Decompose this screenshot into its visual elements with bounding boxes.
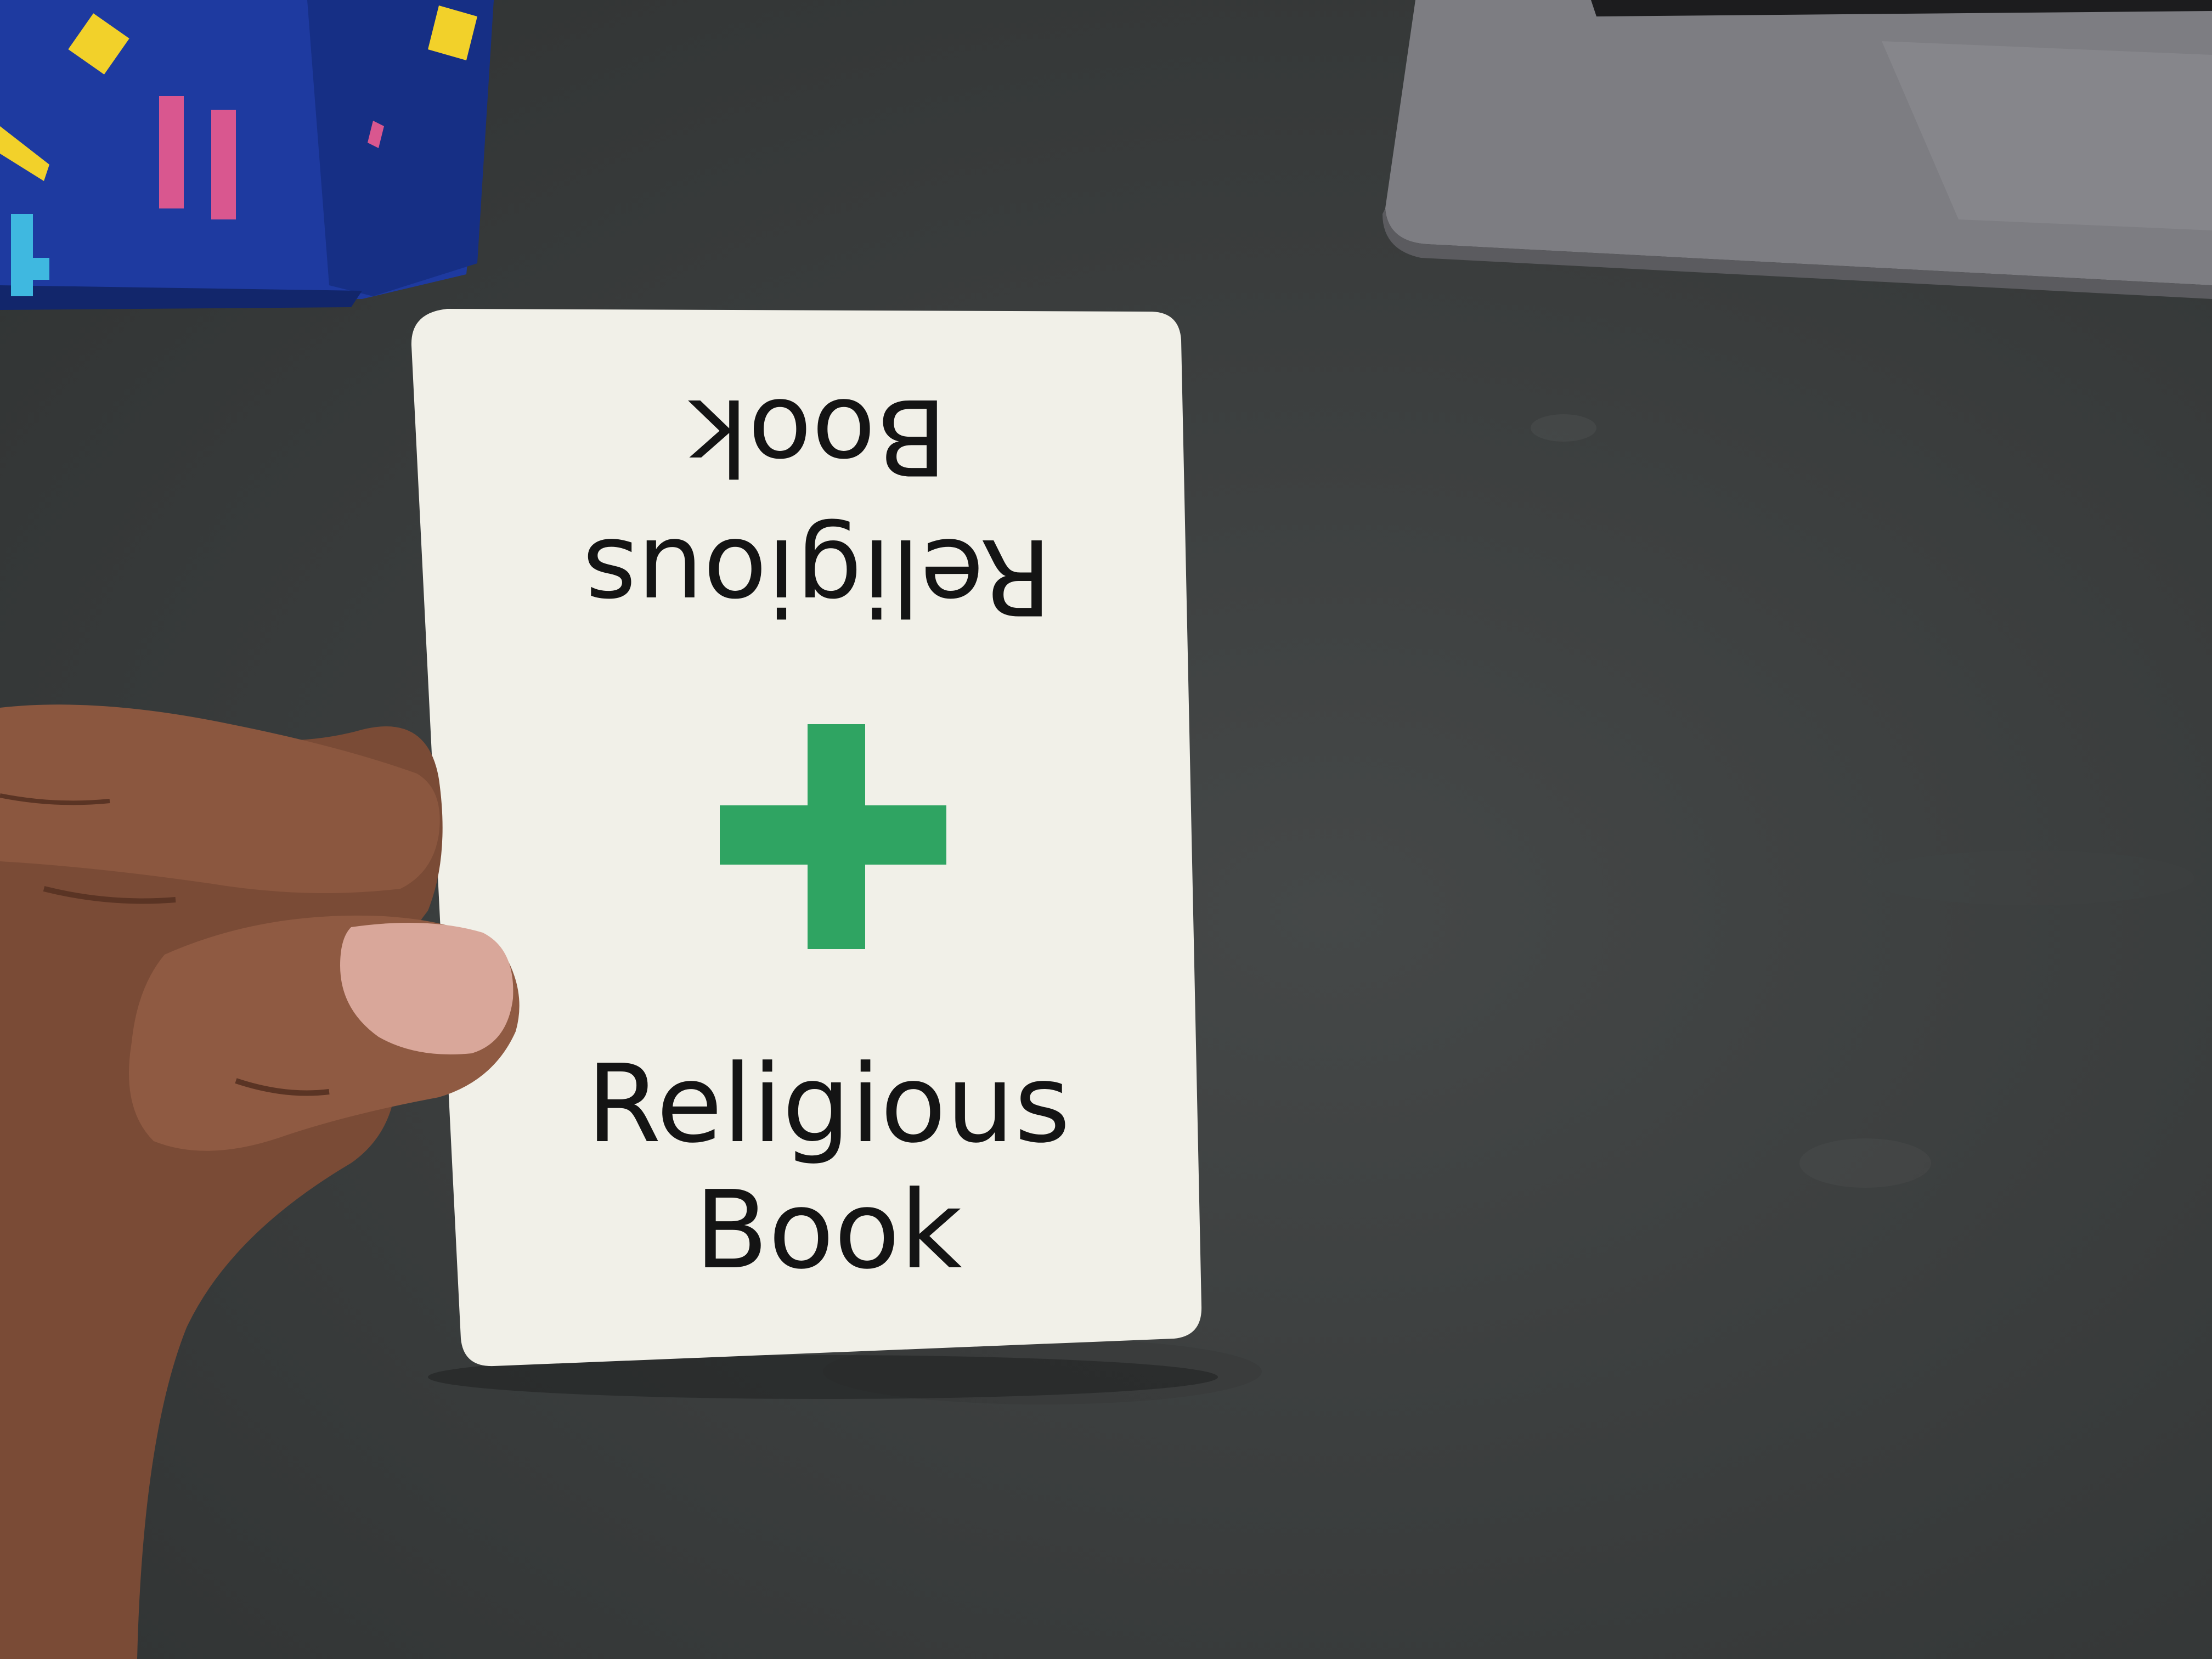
card-title-line2-inverted: Book <box>687 376 947 497</box>
scene-graphics <box>0 0 2212 1659</box>
hand <box>0 704 520 1659</box>
card-title-line1: Religious <box>586 1042 1070 1167</box>
photo-scene: Religious Book Religious Book <box>0 0 2212 1659</box>
card-title-line2: Book <box>695 1168 962 1293</box>
game-box <box>0 0 494 310</box>
card-title-line1-inverted: Religious <box>583 516 1052 637</box>
laptop <box>1383 0 2212 299</box>
box-pink-bar-icon-2 <box>211 110 236 219</box>
box-pink-bar-icon <box>159 96 184 208</box>
